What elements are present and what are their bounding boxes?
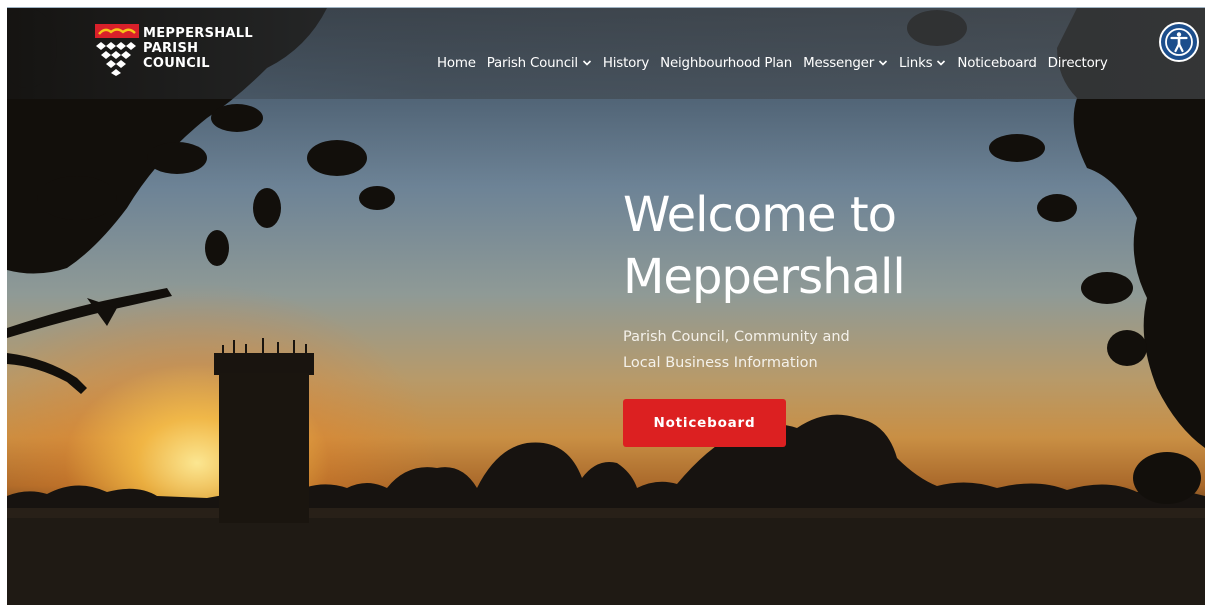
hero-heading: Welcome to Meppershall	[623, 184, 963, 308]
hero-subtitle-line-2: Local Business Information	[623, 355, 818, 371]
water-tower-silhouette	[214, 338, 314, 523]
nav-parish-council-label: Parish Council	[486, 55, 578, 71]
nav-directory-label: Directory	[1047, 55, 1108, 71]
nav-noticeboard-label: Noticeboard	[957, 55, 1037, 71]
nav-links[interactable]: Links	[899, 56, 946, 71]
chevron-down-icon	[937, 60, 946, 66]
chevron-down-icon	[582, 60, 591, 66]
site-logo[interactable]: MEPPERSHALL PARISH COUNCIL	[95, 24, 265, 76]
nav-messenger[interactable]: Messenger	[803, 56, 888, 71]
nav-noticeboard[interactable]: Noticeboard	[957, 56, 1036, 71]
nav-messenger-label: Messenger	[803, 55, 875, 71]
nav-parish-council[interactable]: Parish Council	[487, 56, 592, 71]
nav-neighbourhood-plan[interactable]: Neighbourhood Plan	[660, 56, 792, 71]
site-logo-text: MEPPERSHALL PARISH COUNCIL	[143, 26, 253, 71]
parish-crest-icon	[95, 24, 139, 76]
nav-history-label: History	[602, 55, 650, 71]
main-navigation: Home Parish Council History Neighbourhoo…	[437, 52, 1108, 74]
hero-subtitle-line-1: Parish Council, Community and	[623, 329, 850, 345]
nav-directory[interactable]: Directory	[1048, 56, 1108, 71]
nav-links-label: Links	[899, 55, 933, 71]
nav-neighbourhood-plan-label: Neighbourhood Plan	[660, 55, 793, 71]
logo-line-3: COUNCIL	[143, 56, 210, 71]
hero-heading-line-2: Meppershall	[623, 249, 906, 305]
nav-home-label: Home	[437, 55, 476, 71]
chevron-down-icon	[878, 60, 888, 66]
accessibility-button[interactable]	[1159, 22, 1199, 62]
hero-section: MEPPERSHALL PARISH COUNCIL Home Parish C…	[7, 7, 1205, 605]
noticeboard-button[interactable]: Noticeboard	[623, 399, 786, 447]
logo-line-1: MEPPERSHALL	[143, 26, 253, 41]
accessibility-icon	[1165, 28, 1193, 56]
hero-heading-line-1: Welcome to	[623, 187, 897, 243]
logo-line-2: PARISH	[143, 41, 199, 56]
nav-home[interactable]: Home	[437, 56, 476, 71]
hero-subtitle: Parish Council, Community and Local Busi…	[623, 324, 923, 376]
nav-history[interactable]: History	[603, 56, 649, 71]
